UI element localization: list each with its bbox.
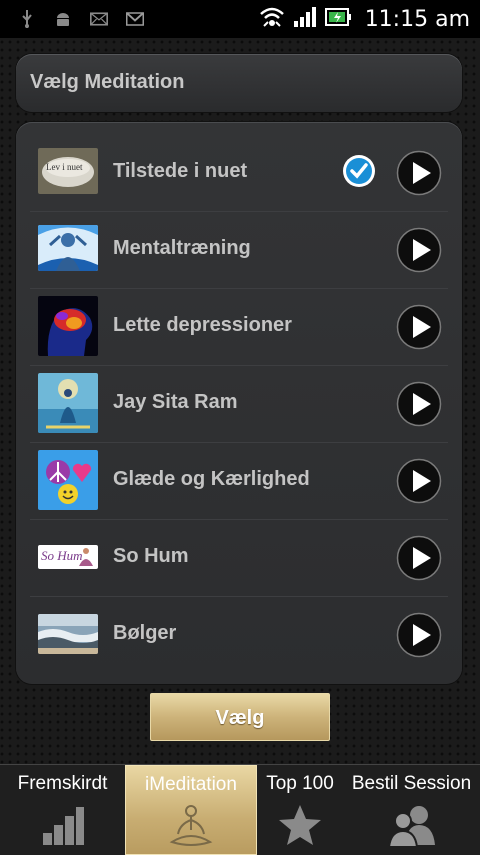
stone-thumbnail: Lev i nuet: [38, 148, 98, 194]
waves-thumbnail: [38, 614, 98, 654]
so-hum-thumbnail: So Hum: [38, 545, 98, 569]
tab-imeditation[interactable]: iMeditation: [125, 765, 257, 855]
peace-love-thumbnail: [38, 450, 98, 510]
list-item-label: Jay Sita Ram: [113, 391, 238, 413]
tab-fremskirdt[interactable]: Fremskirdt: [0, 765, 125, 855]
selected-check-icon: [342, 154, 376, 188]
list-item-label: Glæde og Kærlighed: [113, 468, 310, 490]
android-icon: [54, 10, 72, 28]
people-icon: [387, 803, 437, 852]
tab-bar: Fremskirdt iMeditation Top 100 Bestil Se…: [0, 764, 480, 855]
list-item-label: Mentaltræning: [113, 237, 251, 259]
gmail-icon: [126, 10, 144, 28]
list-item-label: Tilstede i nuet: [113, 160, 248, 182]
play-button[interactable]: [396, 227, 442, 273]
deity-thumbnail: [38, 373, 98, 433]
play-button[interactable]: [396, 458, 442, 504]
tab-label: Fremskirdt: [17, 773, 108, 794]
list-item[interactable]: Lette depressioner: [30, 288, 448, 366]
list-item[interactable]: So Hum So Hum: [30, 519, 448, 597]
play-button[interactable]: [396, 535, 442, 581]
page-title: Vælg Meditation: [30, 71, 185, 93]
meditation-pose-icon: [166, 804, 216, 853]
tab-label: iMeditation: [145, 774, 237, 795]
list-item[interactable]: Jay Sita Ram: [30, 365, 448, 443]
bar-chart-icon: [41, 803, 85, 852]
meditation-list: Lev i nuet Tilstede i nuet Mentaltræning…: [16, 122, 462, 684]
list-item[interactable]: Bølger: [30, 596, 448, 673]
status-bar: 11:15 am: [0, 0, 480, 38]
tab-label: Bestil Session: [351, 773, 472, 794]
usb-icon: [18, 10, 36, 28]
list-item-label: Lette depressioner: [113, 314, 292, 336]
list-item[interactable]: Lev i nuet Tilstede i nuet: [30, 134, 448, 212]
header-panel: Vælg Meditation: [16, 54, 462, 112]
list-item[interactable]: Glæde og Kærlighed: [30, 442, 448, 520]
email-icon: [90, 10, 108, 28]
play-button[interactable]: [396, 150, 442, 196]
star-icon: [277, 803, 323, 852]
battery-icon: [324, 6, 351, 33]
list-item[interactable]: Mentaltræning: [30, 211, 448, 289]
signal-icon: [293, 6, 317, 33]
tab-label: Top 100: [266, 773, 334, 794]
play-button[interactable]: [396, 381, 442, 427]
wifi-icon: [259, 6, 285, 33]
clock: 11:15 am: [364, 7, 470, 32]
list-item-label: Bølger: [113, 622, 177, 644]
play-button[interactable]: [396, 304, 442, 350]
list-item-label: So Hum: [113, 545, 189, 567]
tab-top-100[interactable]: Top 100: [257, 765, 343, 855]
play-button[interactable]: [396, 612, 442, 658]
select-button[interactable]: Vælg: [150, 693, 330, 741]
tab-bestil-session[interactable]: Bestil Session: [343, 765, 480, 855]
meditating-man-thumbnail: [38, 225, 98, 271]
brain-thumbnail: [38, 296, 98, 356]
thumb-caption: Lev i nuet: [46, 162, 83, 172]
